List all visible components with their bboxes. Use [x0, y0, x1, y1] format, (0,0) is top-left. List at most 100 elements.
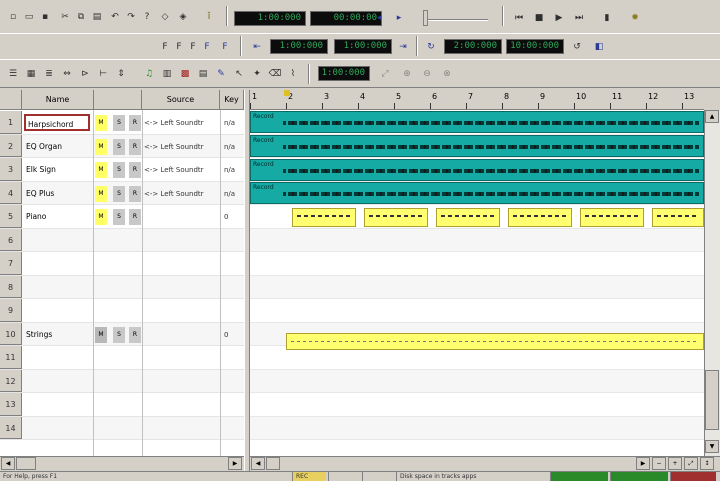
- track-row[interactable]: 11: [0, 346, 244, 370]
- mute-toggle[interactable]: M: [95, 326, 107, 343]
- record-toggle[interactable]: R: [129, 138, 141, 155]
- time-ruler[interactable]: 1 2 3 4 5 6 7 8 9 10 11 12 13: [250, 90, 704, 110]
- eraser-icon[interactable]: ⌫: [268, 67, 282, 81]
- track-number[interactable]: 5: [0, 205, 22, 228]
- solo-toggle[interactable]: S: [113, 209, 125, 225]
- filter-4-icon[interactable]: F: [200, 40, 214, 54]
- header-key[interactable]: Key: [220, 90, 244, 110]
- record-toggle[interactable]: R: [129, 162, 141, 178]
- loop-end-display[interactable]: 10:00:000: [506, 39, 564, 54]
- track-source[interactable]: <-> Left Soundtr: [144, 162, 218, 178]
- track-key[interactable]: [224, 421, 244, 437]
- staff-icon[interactable]: ▩: [178, 67, 192, 81]
- track-name[interactable]: [24, 373, 90, 390]
- track-key[interactable]: n/a: [224, 186, 244, 202]
- track-view-icon[interactable]: ☰: [6, 67, 20, 81]
- mute-toggle[interactable]: M: [95, 115, 107, 131]
- position-slider-track[interactable]: [428, 19, 488, 21]
- record-toggle[interactable]: R: [129, 326, 141, 343]
- snap-time-display[interactable]: 1:00:000: [318, 66, 370, 81]
- mute-toggle[interactable]: M: [95, 162, 107, 178]
- help-icon[interactable]: ?: [140, 10, 154, 24]
- track-row[interactable]: 10 Strings M S R 0: [0, 322, 244, 346]
- track-name[interactable]: EQ Plus: [24, 185, 90, 202]
- new-icon[interactable]: ▫: [6, 10, 20, 24]
- track-lane[interactable]: [250, 275, 704, 299]
- loop-settings-icon[interactable]: ◧: [592, 40, 606, 54]
- scroll-up-icon[interactable]: ▲: [705, 110, 719, 123]
- clips-hscroll[interactable]: ◀ ▶ − + ⤢ ↕: [250, 456, 720, 470]
- track-name[interactable]: Piano: [24, 208, 90, 225]
- loop-icon[interactable]: ↻: [424, 40, 438, 54]
- track-key[interactable]: [224, 233, 244, 249]
- track-name[interactable]: [24, 420, 90, 437]
- audio-clip[interactable]: Record: [250, 159, 704, 181]
- midi-clip[interactable]: [364, 208, 428, 227]
- track-lane[interactable]: [250, 416, 704, 440]
- thru-icon[interactable]: ⇥: [396, 40, 410, 54]
- filter-icon[interactable]: F: [158, 40, 172, 54]
- metronome-icon[interactable]: ◇: [158, 10, 172, 24]
- audio-clip[interactable]: Record: [250, 111, 704, 133]
- track-key[interactable]: [224, 374, 244, 390]
- audio-icon[interactable]: ♫: [142, 67, 156, 81]
- undo-icon[interactable]: ↶: [108, 10, 122, 24]
- track-name[interactable]: [24, 396, 90, 413]
- midi-clip[interactable]: [652, 208, 704, 227]
- cut-icon[interactable]: ✂: [58, 10, 72, 24]
- filter-3-icon[interactable]: F: [186, 40, 200, 54]
- strings-midi-clip[interactable]: [286, 333, 704, 350]
- track-list-hscroll[interactable]: ◀ ▶: [0, 456, 244, 470]
- tempo-icon[interactable]: ◈: [176, 10, 190, 24]
- track-row[interactable]: 13: [0, 393, 244, 417]
- track-name[interactable]: [24, 349, 90, 366]
- filter-2-icon[interactable]: F: [172, 40, 186, 54]
- scrub-icon[interactable]: ✦: [250, 67, 264, 81]
- scroll-right-icon[interactable]: ▶: [636, 457, 650, 470]
- track-key[interactable]: n/a: [224, 115, 244, 131]
- track-key[interactable]: [224, 256, 244, 272]
- track-row[interactable]: 4 EQ Plus M S R <-> Left Soundtr n/a: [0, 181, 244, 205]
- filter-5-icon[interactable]: F: [218, 40, 232, 54]
- track-name[interactable]: Harpsichord: [24, 114, 90, 131]
- loop-start-display[interactable]: 2:00:000: [444, 39, 502, 54]
- position-slider-thumb[interactable]: [423, 10, 428, 26]
- record-toggle[interactable]: R: [129, 209, 141, 225]
- track-row[interactable]: 2 EQ Organ M S R <-> Left Soundtr n/a: [0, 134, 244, 158]
- midi-clip[interactable]: [436, 208, 500, 227]
- loop-on-icon[interactable]: ↺: [570, 40, 584, 54]
- track-source[interactable]: [144, 303, 218, 319]
- track-lane[interactable]: [250, 393, 704, 417]
- solo-toggle[interactable]: S: [113, 185, 125, 202]
- track-key[interactable]: 0: [224, 209, 244, 225]
- scroll-thumb[interactable]: [16, 457, 36, 470]
- fit-icon[interactable]: ⤢: [378, 67, 392, 81]
- go-start-icon[interactable]: ◂: [372, 11, 386, 25]
- track-lane[interactable]: [250, 228, 704, 252]
- track-source[interactable]: [144, 209, 218, 225]
- midi-clip[interactable]: [292, 208, 356, 227]
- scroll-left-icon[interactable]: ◀: [251, 457, 265, 470]
- solo-toggle[interactable]: S: [113, 138, 125, 155]
- list-icon[interactable]: ≣: [42, 67, 56, 81]
- solo-toggle[interactable]: S: [113, 326, 125, 343]
- track-key[interactable]: [224, 303, 244, 319]
- track-key[interactable]: [224, 397, 244, 413]
- track-name[interactable]: Strings: [24, 326, 90, 343]
- track-source[interactable]: <-> Left Soundtr: [144, 186, 218, 202]
- track-number[interactable]: 2: [0, 134, 22, 157]
- zoom-out-icon[interactable]: ⊖: [420, 67, 434, 81]
- track-row[interactable]: 8: [0, 275, 244, 299]
- track-number[interactable]: 7: [0, 252, 22, 275]
- vertical-zoom-icon[interactable]: ⇕: [114, 67, 128, 81]
- track-name[interactable]: [24, 302, 90, 319]
- from-time-display[interactable]: 1:00:000: [270, 39, 328, 54]
- track-number[interactable]: 1: [0, 111, 22, 134]
- record-toggle[interactable]: R: [129, 185, 141, 202]
- track-source[interactable]: [144, 421, 218, 437]
- thru-time-display[interactable]: 1:00:000: [334, 39, 392, 54]
- track-row[interactable]: 1 Harpsichord M S R <-> Left Soundtr n/a: [0, 111, 244, 135]
- paste-icon[interactable]: ▤: [90, 10, 104, 24]
- pencil-icon[interactable]: ✎: [214, 67, 228, 81]
- pause-icon[interactable]: ▮: [600, 11, 614, 25]
